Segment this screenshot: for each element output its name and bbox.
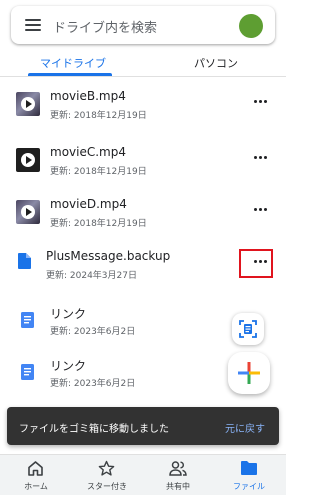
nav-shared[interactable]: 共有中 [143,455,213,495]
folder-icon [241,461,257,475]
top-bar: ドライブ内を検索 [0,0,286,52]
doc-icon [21,312,34,328]
video-thumbnail-icon [16,200,40,224]
file-name: movieD.mp4 [50,197,127,211]
home-icon [28,461,43,476]
tab-my-drive[interactable]: マイドライブ [40,55,106,71]
nav-label: 共有中 [166,482,190,491]
plus-icon [238,362,260,384]
more-options-icon[interactable] [246,196,276,222]
bottom-navigation: ホーム スター付き 共有中 ファイル [0,454,286,495]
nav-label: ホーム [24,482,48,491]
tab-computers[interactable]: パソコン [194,55,238,71]
file-name: PlusMessage.backup [46,249,171,263]
file-row-movieD[interactable]: movieD.mp4 更新: 2018年12月19日 [0,194,286,252]
star-icon [98,460,115,476]
scan-button[interactable] [232,313,264,345]
doc-icon [21,364,34,380]
video-play-icon [16,148,40,172]
nav-label: スター付き [87,482,127,491]
new-button[interactable] [228,352,270,394]
search-placeholder[interactable]: ドライブ内を検索 [53,17,157,36]
more-options-icon[interactable] [246,144,276,170]
file-modified-date: 更新: 2023年6月2日 [50,379,136,389]
nav-starred[interactable]: スター付き [72,455,142,495]
file-row-movieB[interactable]: movieB.mp4 更新: 2018年12月19日 [0,86,286,144]
file-modified-date: 更新: 2023年6月2日 [50,327,136,337]
file-modified-date: 更新: 2018年12月19日 [50,111,147,121]
search-bar[interactable]: ドライブ内を検索 [11,6,275,44]
file-name: リンク [50,307,87,321]
nav-files[interactable]: ファイル [214,455,284,495]
undo-button[interactable]: 元に戻す [225,420,265,435]
file-name: リンク [50,359,87,373]
scan-icon [239,320,257,338]
snackbar-message: ファイルをゴミ箱に移動しました [19,424,169,435]
file-name: movieC.mp4 [50,145,126,159]
nav-home[interactable]: ホーム [1,455,71,495]
highlight-box [239,249,273,278]
more-options-icon[interactable] [246,88,276,114]
file-row-movieC[interactable]: movieC.mp4 更新: 2018年12月19日 [0,142,286,200]
snackbar: ファイルをゴミ箱に移動しました 元に戻す [7,407,279,445]
file-modified-date: 更新: 2018年12月19日 [50,167,147,177]
tab-bar: マイドライブ パソコン [0,50,286,77]
avatar[interactable] [239,14,263,38]
file-name: movieB.mp4 [50,89,126,103]
file-modified-date: 更新: 2018年12月19日 [50,219,147,229]
file-icon [18,253,31,269]
active-tab-indicator [28,73,112,76]
menu-icon[interactable] [25,19,41,31]
video-thumbnail-icon [16,92,40,116]
file-modified-date: 更新: 2024年3月27日 [46,271,137,281]
people-icon [169,461,187,476]
nav-label: ファイル [233,482,265,491]
